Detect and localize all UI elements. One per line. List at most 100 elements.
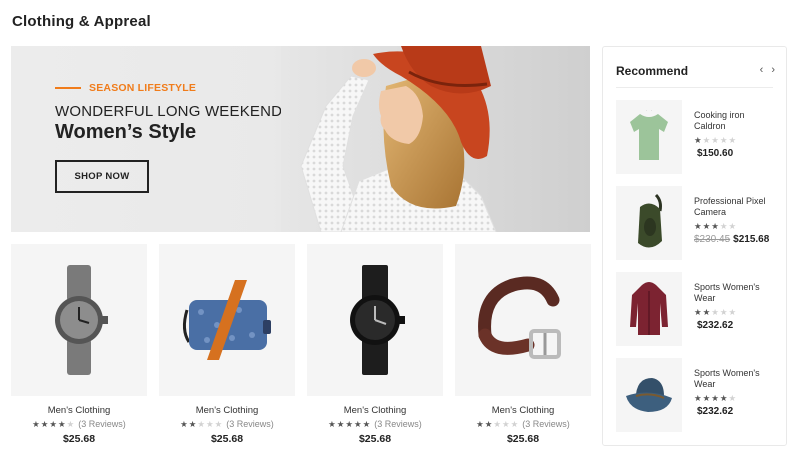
recommend-thumb[interactable]: [616, 100, 682, 174]
star-empty-icon: ★: [197, 418, 206, 429]
old-price: $230.45: [694, 233, 731, 245]
rating-stars: ★ ★ ★ ★ ★: [694, 222, 776, 231]
recommend-price: $150.60: [694, 148, 776, 159]
current-price: $232.62: [697, 319, 734, 331]
product-price: $25.68: [62, 433, 96, 445]
recommend-thumb[interactable]: [616, 358, 682, 432]
star-filled-icon: ★: [40, 418, 49, 429]
star-filled-icon: ★: [694, 307, 702, 317]
star-filled-icon: ★: [49, 418, 58, 429]
star-empty-icon: ★: [493, 418, 502, 429]
hero-tag-text: SEASON LIFESTYLE: [89, 82, 197, 94]
red-coat-icon: [630, 282, 668, 335]
recommend-price: $232.62: [694, 406, 776, 417]
review-count[interactable]: (3 Reviews): [78, 419, 126, 429]
current-price: $232.62: [697, 405, 734, 417]
star-filled-icon: ★: [484, 418, 493, 429]
recommend-price: $230.45 $215.68: [694, 234, 776, 245]
product-image[interactable]: [11, 244, 147, 396]
section-title: Clothing & Appreal: [12, 13, 151, 30]
current-price: $150.60: [697, 147, 734, 159]
star-empty-icon: ★: [719, 135, 728, 145]
product-name[interactable]: Men's Clothing: [455, 405, 591, 416]
product-rating: ★ ★ ★ ★ ★ (3 Reviews): [455, 419, 591, 429]
bucket-hat-icon: [626, 378, 672, 412]
star-empty-icon: ★: [66, 418, 75, 429]
recommend-item[interactable]: Sports Women's Wear ★ ★ ★ ★ ★ $232.62: [616, 358, 776, 432]
star-empty-icon: ★: [728, 135, 737, 145]
rating-stars: ★ ★ ★ ★ ★: [32, 420, 74, 429]
recommend-item[interactable]: Professional Pixel Camera ★ ★ ★ ★ ★ $230.45 $…: [616, 186, 776, 260]
star-filled-icon: ★: [694, 221, 702, 231]
product-card[interactable]: Men's Clothing ★ ★ ★ ★ ★ (3 Reviews) $25.68: [11, 244, 147, 445]
star-filled-icon: ★: [711, 393, 719, 403]
divider: [616, 87, 773, 88]
product-card[interactable]: Men's Clothing ★ ★ ★ ★ ★ (3 Reviews) $25.68: [159, 244, 295, 445]
product-name[interactable]: Men's Clothing: [159, 405, 295, 416]
product-image[interactable]: [159, 244, 295, 396]
product-price: $25.68: [210, 433, 244, 445]
product-card[interactable]: Men's Clothing ★ ★ ★ ★ ★ (3 Reviews) $25.68: [307, 244, 443, 445]
star-filled-icon: ★: [702, 393, 711, 403]
star-empty-icon: ★: [206, 418, 214, 429]
product-card[interactable]: Men's Clothing ★ ★ ★ ★ ★ (3 Reviews) $25.68: [455, 244, 591, 445]
star-filled-icon: ★: [694, 393, 702, 403]
recommend-thumb[interactable]: [616, 186, 682, 260]
rating-stars: ★ ★ ★ ★ ★: [694, 308, 776, 317]
chevron-left-icon[interactable]: ‹: [760, 65, 764, 76]
star-filled-icon: ★: [188, 418, 197, 429]
star-filled-icon: ★: [719, 393, 728, 403]
product-price: $25.68: [506, 433, 540, 445]
recommend-panel: Recommend ‹ › Cooking iron Caldron ★ ★ ★ ★ ★…: [602, 46, 787, 446]
star-filled-icon: ★: [711, 221, 719, 231]
star-filled-icon: ★: [180, 418, 188, 429]
recommend-title: Recommend: [616, 64, 689, 78]
recommend-name[interactable]: Sports Women's Wear: [694, 368, 776, 390]
recommend-name[interactable]: Sports Women's Wear: [694, 282, 776, 304]
rating-stars: ★ ★ ★ ★ ★: [694, 136, 776, 145]
green-tshirt-icon: [630, 110, 668, 160]
star-filled-icon: ★: [32, 418, 40, 429]
rating-stars: ★ ★ ★ ★ ★: [328, 420, 370, 429]
leather-belt-icon: [478, 276, 561, 359]
star-filled-icon: ★: [702, 221, 711, 231]
hero-banner[interactable]: SEASON LIFESTYLE WONDERFUL LONG WEEKEND …: [11, 46, 590, 232]
product-image[interactable]: [455, 244, 591, 396]
star-empty-icon: ★: [510, 418, 519, 429]
star-empty-icon: ★: [702, 135, 711, 145]
product-name[interactable]: Men's Clothing: [307, 405, 443, 416]
review-count[interactable]: (3 Reviews): [374, 419, 422, 429]
star-filled-icon: ★: [702, 307, 711, 317]
current-price: $215.68: [733, 233, 770, 245]
star-empty-icon: ★: [214, 418, 223, 429]
recommend-thumb[interactable]: [616, 272, 682, 346]
hero-tag-line: [55, 87, 81, 89]
shop-now-button[interactable]: SHOP NOW: [55, 160, 149, 193]
star-empty-icon: ★: [728, 393, 737, 403]
star-filled-icon: ★: [328, 418, 336, 429]
star-empty-icon: ★: [728, 307, 737, 317]
review-count[interactable]: (3 Reviews): [226, 419, 274, 429]
recommend-item[interactable]: Cooking iron Caldron ★ ★ ★ ★ ★ $150.60: [616, 100, 776, 174]
recommend-name[interactable]: Cooking iron Caldron: [694, 110, 776, 132]
product-rating: ★ ★ ★ ★ ★ (3 Reviews): [159, 419, 295, 429]
star-filled-icon: ★: [476, 418, 484, 429]
product-name[interactable]: Men's Clothing: [11, 405, 147, 416]
product-rating: ★ ★ ★ ★ ★ (3 Reviews): [307, 419, 443, 429]
recommend-item[interactable]: Sports Women's Wear ★ ★ ★ ★ ★ $232.62: [616, 272, 776, 346]
grey-watch-icon: [55, 265, 108, 375]
recommend-name[interactable]: Professional Pixel Camera: [694, 196, 776, 218]
denim-bag-icon: [182, 280, 271, 360]
product-image[interactable]: [307, 244, 443, 396]
star-empty-icon: ★: [728, 221, 737, 231]
rating-stars: ★ ★ ★ ★ ★: [694, 394, 776, 403]
star-empty-icon: ★: [502, 418, 510, 429]
chevron-right-icon[interactable]: ›: [771, 65, 775, 76]
hero-title: Women’s Style: [55, 121, 197, 143]
hero-tag: SEASON LIFESTYLE: [55, 82, 196, 94]
review-count[interactable]: (3 Reviews): [522, 419, 570, 429]
rating-stars: ★ ★ ★ ★ ★: [180, 420, 222, 429]
rating-stars: ★ ★ ★ ★ ★: [476, 420, 518, 429]
star-filled-icon: ★: [58, 418, 66, 429]
hero-subtitle: WONDERFUL LONG WEEKEND: [55, 103, 283, 120]
